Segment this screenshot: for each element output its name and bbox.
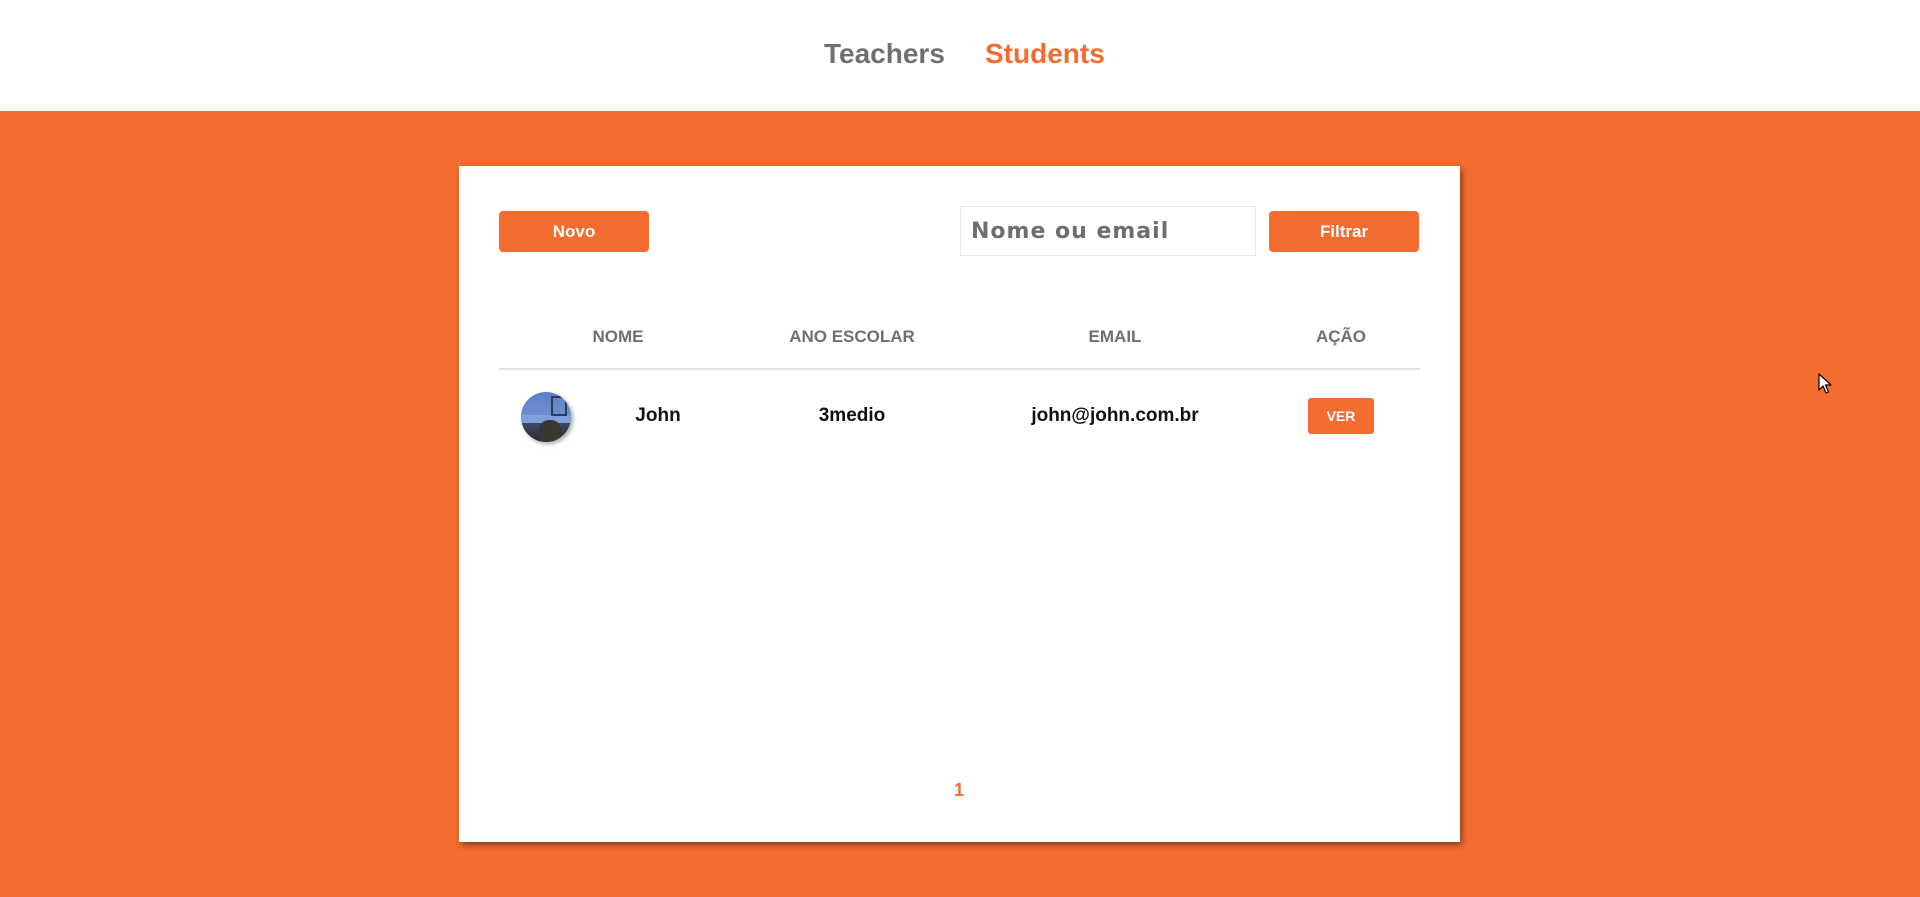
column-header-email: EMAIL bbox=[1088, 327, 1142, 346]
avatar-photo-frame bbox=[551, 396, 567, 416]
column-header-school-year: ANO ESCOLAR bbox=[789, 327, 915, 346]
filter-button[interactable]: Filtrar bbox=[1269, 211, 1419, 252]
search-input[interactable] bbox=[960, 206, 1256, 256]
avatar bbox=[521, 392, 571, 442]
column-header-action: AÇÃO bbox=[1315, 327, 1367, 346]
row-email: john@john.com.br bbox=[1031, 405, 1199, 426]
view-student-button[interactable]: VER bbox=[1308, 398, 1374, 434]
pagination-page-1[interactable]: 1 bbox=[949, 780, 969, 801]
row-school-year: 3medio bbox=[818, 405, 886, 426]
students-panel: Novo Filtrar NOME ANO ESCOLAR EMAIL AÇÃO… bbox=[459, 166, 1460, 842]
nav-link-students[interactable]: Students bbox=[985, 38, 1105, 70]
nav-link-teachers[interactable]: Teachers bbox=[824, 38, 945, 70]
header-divider bbox=[499, 368, 1420, 370]
top-nav-bar: Teachers Students bbox=[0, 0, 1920, 111]
row-name: John bbox=[635, 405, 681, 426]
mouse-cursor-icon bbox=[1818, 373, 1832, 394]
column-header-name: NOME bbox=[592, 327, 644, 346]
new-student-button[interactable]: Novo bbox=[499, 211, 649, 252]
avatar-photo-person bbox=[539, 420, 561, 442]
